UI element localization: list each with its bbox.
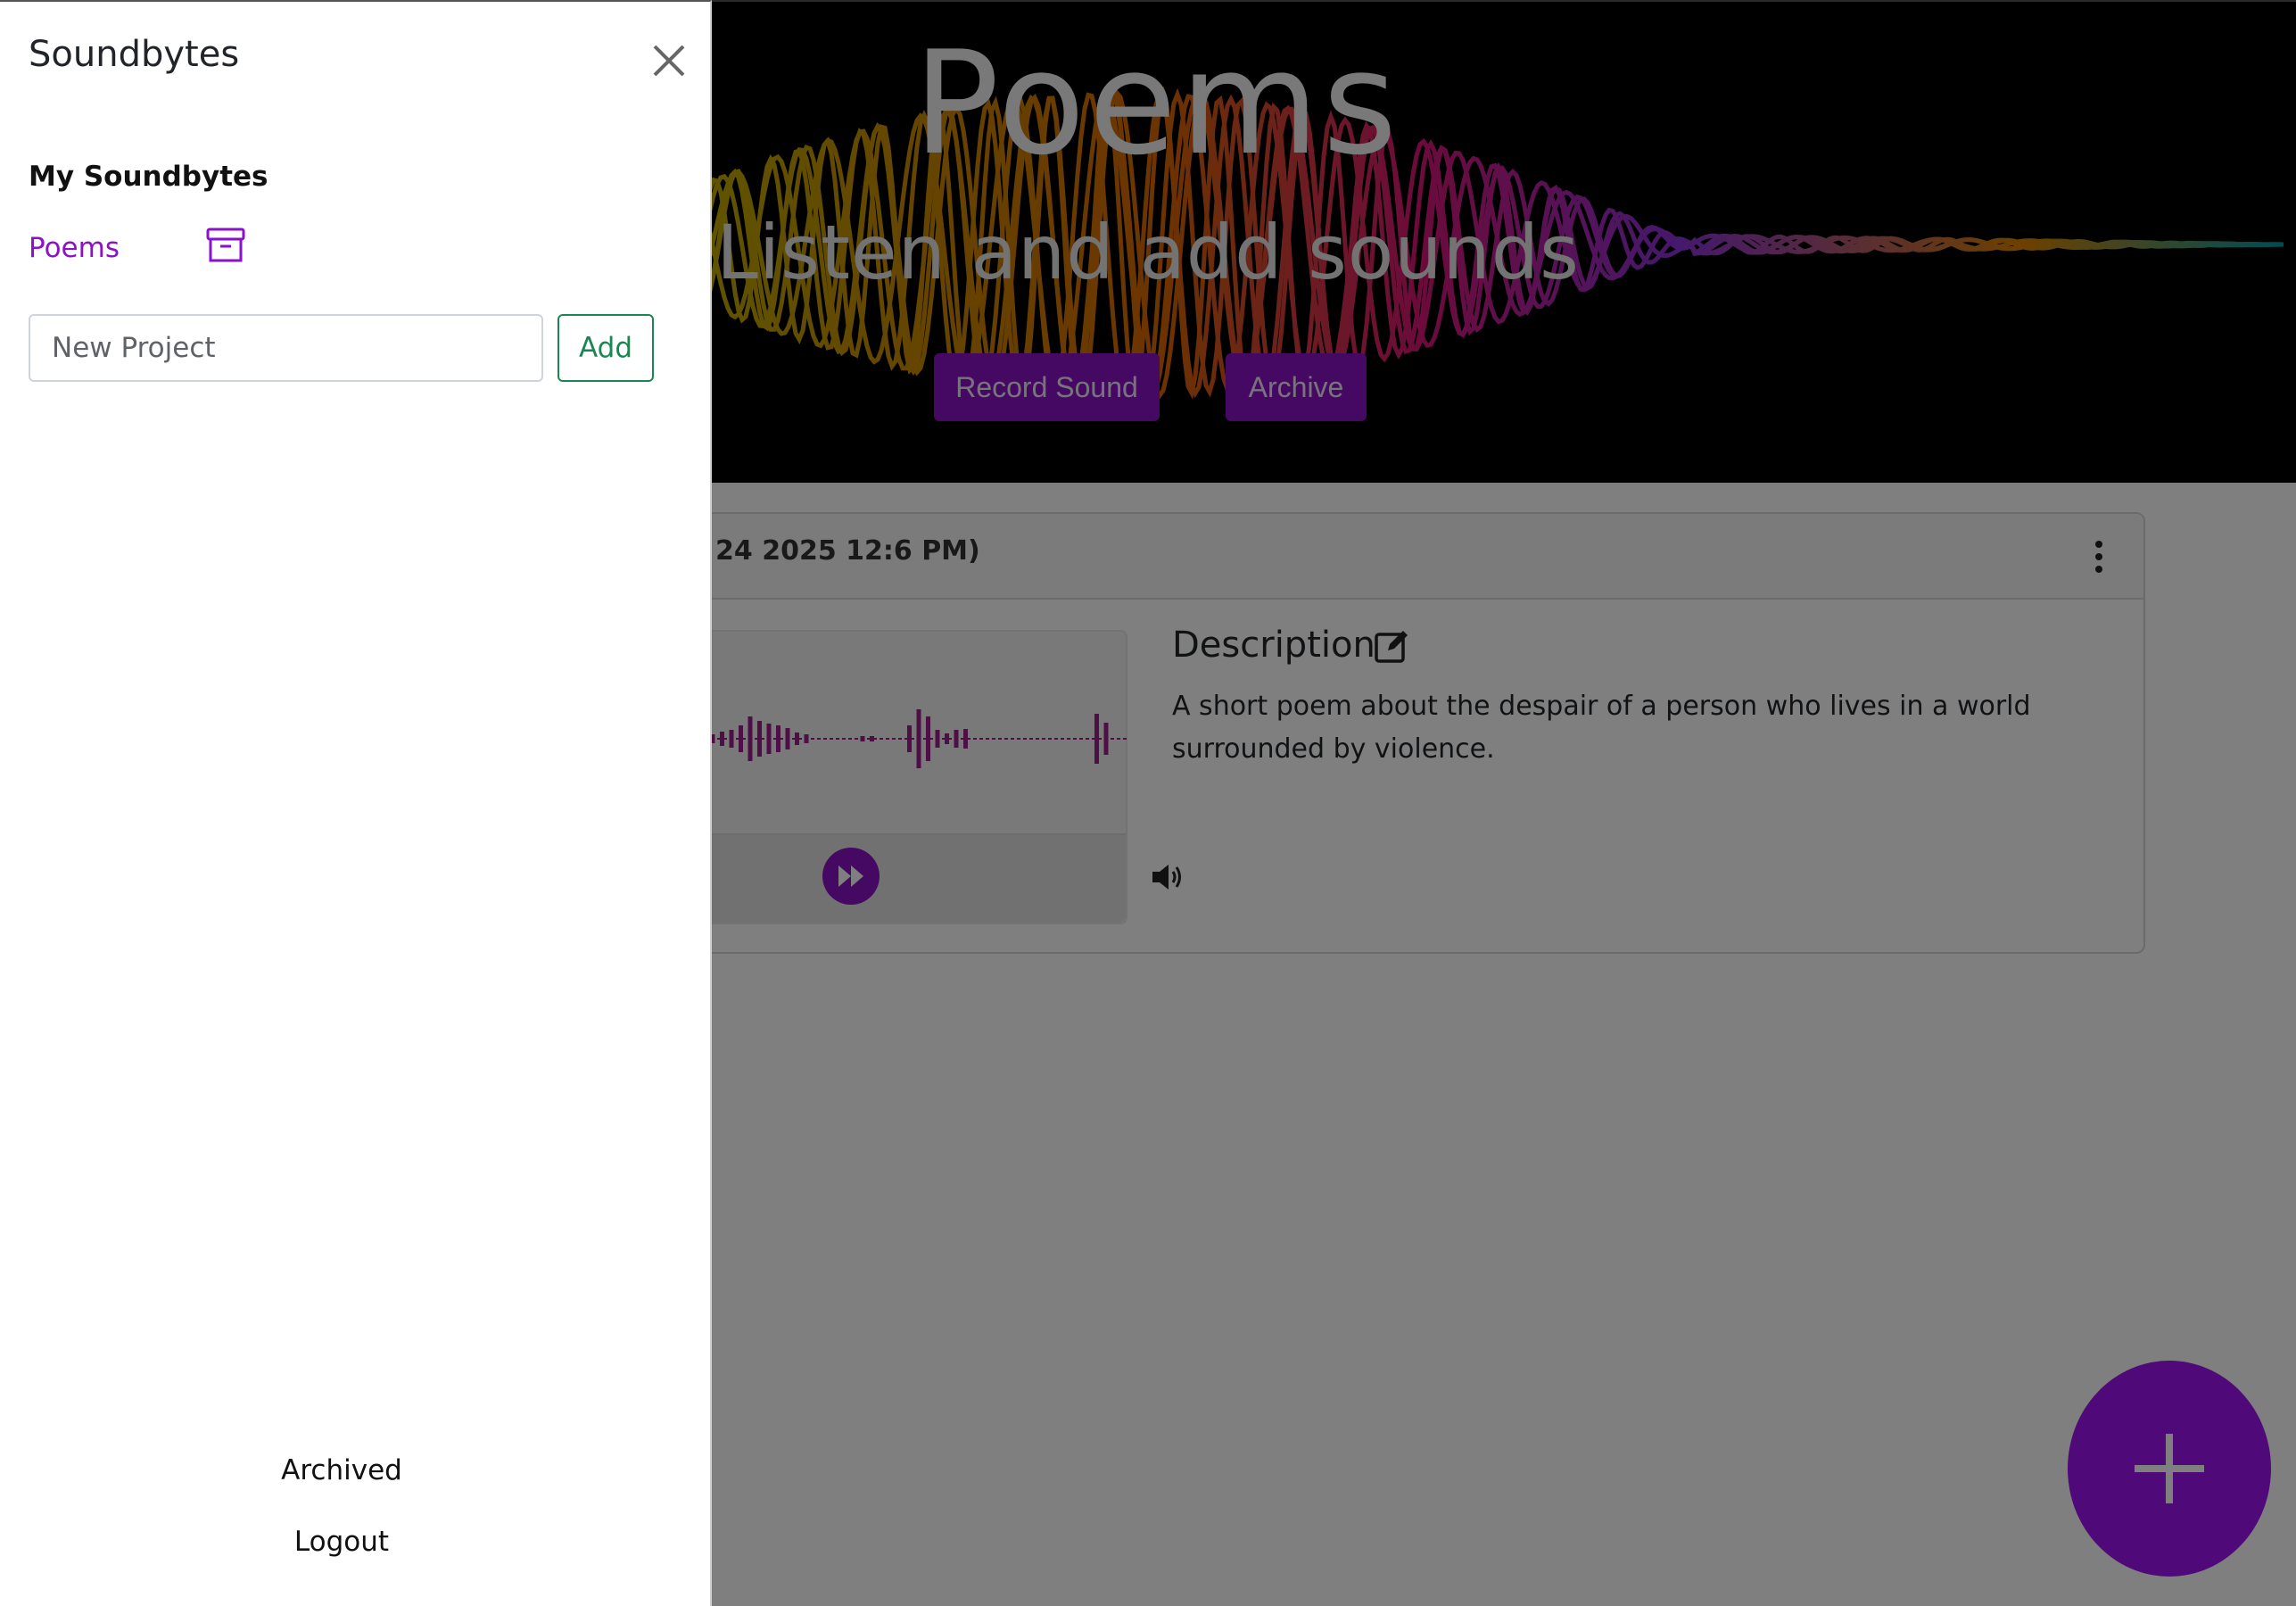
archive-box-icon[interactable]	[205, 225, 246, 266]
sidebar-title: Soundbytes	[29, 34, 240, 75]
sidebar-item-poems[interactable]: Poems	[29, 232, 120, 264]
archived-link[interactable]: Archived	[0, 1454, 683, 1486]
add-project-button[interactable]: Add	[557, 314, 654, 382]
new-project-input[interactable]	[29, 314, 543, 382]
sidebar: Soundbytes My Soundbytes Poems Add Archi…	[0, 0, 712, 1606]
logout-link[interactable]: Logout	[0, 1526, 683, 1558]
close-icon	[653, 45, 685, 77]
close-button[interactable]	[646, 37, 692, 84]
section-heading: My Soundbytes	[29, 161, 268, 193]
